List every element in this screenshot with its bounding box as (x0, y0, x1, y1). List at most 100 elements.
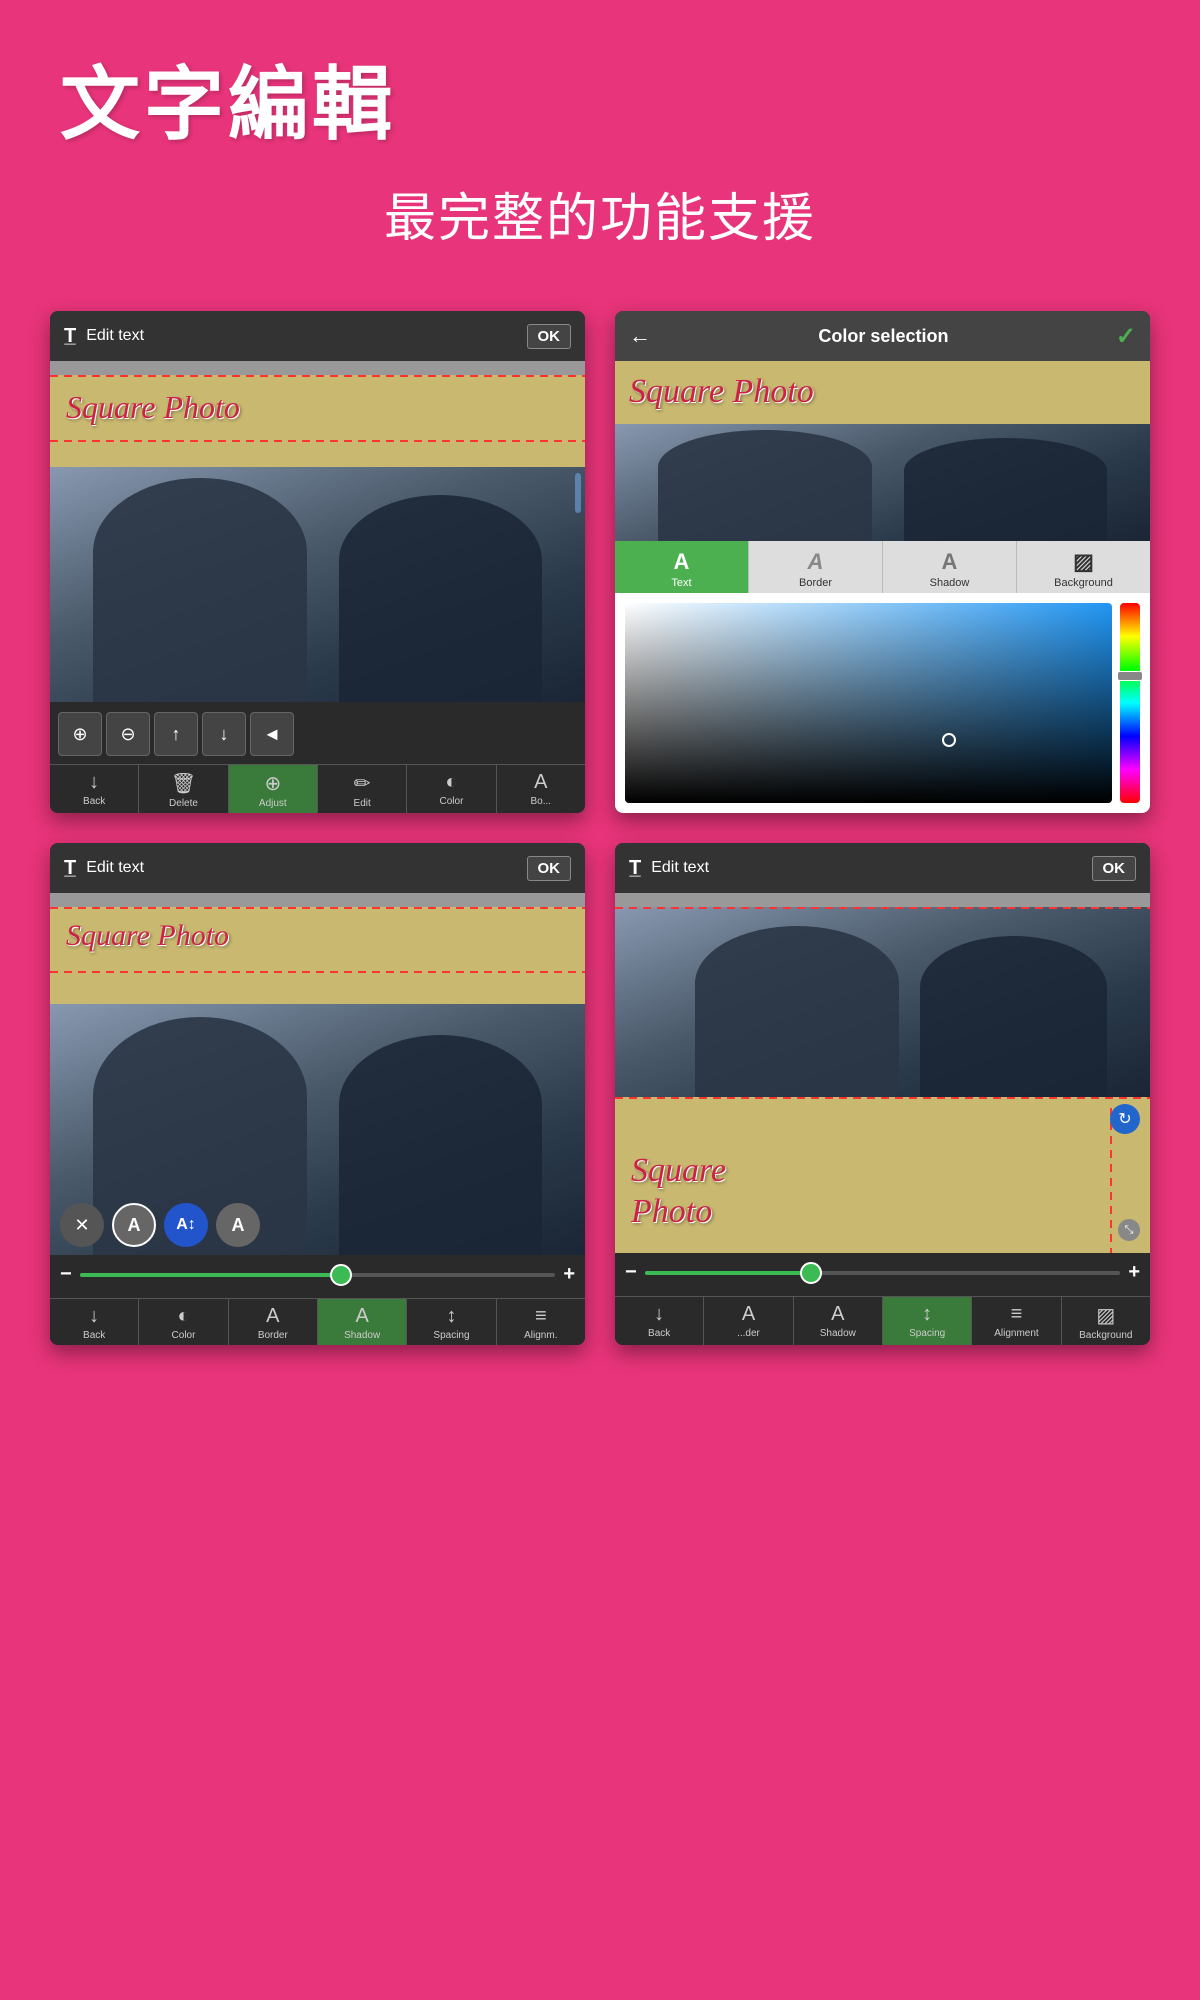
card4-shadow-btn[interactable]: A Shadow (794, 1297, 883, 1345)
move-down-button[interactable]: ↓ (202, 712, 246, 756)
card1-back-btn[interactable]: ↓ Back (50, 765, 139, 813)
back-arrow-icon[interactable]: ← (629, 323, 651, 349)
card1-ok-button[interactable]: OK (527, 324, 572, 349)
card4-slider-minus[interactable]: − (625, 1261, 637, 1284)
zoom-in-button[interactable]: ⊕ (58, 712, 102, 756)
card1-edit-text: T̲ Edit text OK Square Photo (50, 311, 585, 813)
card3-spacing-btn[interactable]: ↕ Spacing (407, 1299, 496, 1345)
confirm-checkmark[interactable]: ✓ (1116, 322, 1136, 351)
card1-color-btn[interactable]: ◐ Color (407, 765, 496, 813)
card3-back-btn[interactable]: ↓ Back (50, 1299, 139, 1345)
card4-spacing-btn[interactable]: ↕ Spacing (883, 1297, 972, 1345)
resize-handle[interactable]: ⤡ (1118, 1219, 1140, 1241)
hue-slider[interactable] (1120, 603, 1140, 803)
card3-script-text: Square Photo (66, 919, 229, 953)
color-gradient-box[interactable] (625, 603, 1112, 803)
tab-text[interactable]: A Text (615, 541, 749, 593)
align-icon2: ≡ (1011, 1303, 1023, 1326)
slider-thumb[interactable] (330, 1264, 352, 1286)
card3-ok-button[interactable]: OK (527, 856, 572, 881)
header: 文字編輯 最完整的功能支援 (0, 0, 1200, 271)
bubble-x[interactable]: ✕ (60, 1203, 104, 1247)
card4-toolbar-row2: ↓ Back A ...der A Shadow ↕ Spacing ≡ Ali… (615, 1296, 1150, 1345)
card3-photo-area: Square Photo ✕ A A↕ A (50, 907, 585, 1255)
bg-icon: ▨ (1096, 1303, 1115, 1328)
card4-slider-fill (645, 1271, 811, 1275)
border-tab-icon: A (808, 549, 824, 575)
move-left-button[interactable]: ◄ (250, 712, 294, 756)
move-up-button[interactable]: ↑ (154, 712, 198, 756)
shadow-icon3: A (831, 1303, 844, 1326)
card1-adjust-btn[interactable]: ⊕ Adjust (229, 765, 318, 813)
card2-topbar: ← Color selection ✓ (615, 311, 1150, 361)
tab-background[interactable]: ▨ Background (1017, 541, 1150, 593)
card2-photo-preview: Square Photo (615, 361, 1150, 541)
card1-edit-btn[interactable]: ✏ Edit (318, 765, 407, 813)
card4-spacing-slider: − + (615, 1253, 1150, 1292)
spacing-icon3: ↕ (922, 1303, 932, 1326)
card4-border-btn[interactable]: A ...der (704, 1297, 793, 1345)
card3-text-tool-icon: T̲ (64, 857, 76, 880)
card3-title: Edit text (86, 859, 144, 877)
tab-border[interactable]: A Border (749, 541, 883, 593)
zoom-out-button[interactable]: ⊖ (106, 712, 150, 756)
card1-delete-btn[interactable]: 🗑 Delete (139, 765, 228, 813)
edit-icon: ✏ (354, 771, 371, 796)
slider-track[interactable] (80, 1273, 556, 1277)
card2-color-tabs: A Text A Border A Shadow ▨ Background (615, 541, 1150, 593)
card3-toolbar-row2: ↓ Back ◐ Color A Border A Shadow ↕ Spaci… (50, 1298, 585, 1345)
slider-fill (80, 1273, 342, 1277)
back-icon: ↓ (89, 771, 99, 794)
card4-topbar: T̲ Edit text OK (615, 843, 1150, 893)
card4-script-text: Square Photo (631, 1151, 726, 1233)
card4-bg-btn[interactable]: ▨ Background (1062, 1297, 1150, 1345)
card1-border-btn[interactable]: A Bo... (497, 765, 585, 813)
border-icon2: A (266, 1305, 279, 1328)
bubble-a-outline[interactable]: A (112, 1203, 156, 1247)
card2-script-text: Square Photo (629, 373, 814, 411)
card4-slider-plus[interactable]: + (1128, 1261, 1140, 1284)
slider-minus-icon[interactable]: − (60, 1263, 72, 1286)
card3-spacing-slider: − + (50, 1255, 585, 1294)
card4-gray-bar (615, 893, 1150, 907)
back-icon2: ↓ (89, 1305, 99, 1328)
card1-toolbar-row2: ↓ Back 🗑 Delete ⊕ Adjust ✏ Edit ◐ Col (50, 764, 585, 813)
card4-slider-thumb[interactable] (800, 1262, 822, 1284)
card1-title: Edit text (86, 327, 144, 345)
card4-ok-button[interactable]: OK (1092, 856, 1137, 881)
rotate-handle[interactable]: ↻ (1110, 1104, 1140, 1134)
card4-title: Edit text (651, 859, 709, 877)
card3-border-btn[interactable]: A Border (229, 1299, 318, 1345)
align-icon: ≡ (535, 1305, 547, 1328)
card3-edit-text-spacing: T̲ Edit text OK Square Photo ✕ A A↕ (50, 843, 585, 1345)
card3-shadow-btn[interactable]: A Shadow (318, 1299, 407, 1345)
card4-photo-area: Square Photo ↻ ⤡ (615, 907, 1150, 1253)
card1-toolbar-row1: ⊕ ⊖ ↑ ↓ ◄ (50, 708, 585, 760)
bg-tab-icon: ▨ (1073, 549, 1094, 575)
page-title: 文字編輯 (60, 40, 1140, 156)
color-picker-area (615, 593, 1150, 813)
border-icon: A (534, 771, 547, 794)
hue-thumb (1117, 671, 1143, 681)
slider-plus-icon[interactable]: + (563, 1263, 575, 1286)
card3-gray-bar (50, 893, 585, 907)
page-subtitle: 最完整的功能支援 (60, 176, 1140, 251)
card3-color-btn[interactable]: ◐ Color (139, 1299, 228, 1345)
card4-align-btn[interactable]: ≡ Alignment (972, 1297, 1061, 1345)
card4-edit-text-bg: T̲ Edit text OK Square Photo (615, 843, 1150, 1345)
screenshots-grid: T̲ Edit text OK Square Photo (0, 281, 1200, 1375)
bubble-a-plain[interactable]: A (216, 1203, 260, 1247)
text-tab-icon: A (674, 549, 690, 575)
bubble-a-size[interactable]: A↕ (164, 1203, 208, 1247)
card1-topbar: T̲ Edit text OK (50, 311, 585, 361)
card4-slider-track[interactable] (645, 1271, 1121, 1275)
color-icon2: ◐ (177, 1305, 189, 1328)
delete-icon: 🗑 (171, 771, 196, 796)
card4-text-tool-icon: T̲ (629, 857, 641, 880)
shadow-tab-icon: A (942, 549, 958, 575)
card1-gray-bar (50, 361, 585, 375)
tab-shadow[interactable]: A Shadow (883, 541, 1017, 593)
card4-back-btn[interactable]: ↓ Back (615, 1297, 704, 1345)
text-tool-icon: T̲ (64, 325, 76, 348)
card3-align-btn[interactable]: ≡ Alignm. (497, 1299, 585, 1345)
